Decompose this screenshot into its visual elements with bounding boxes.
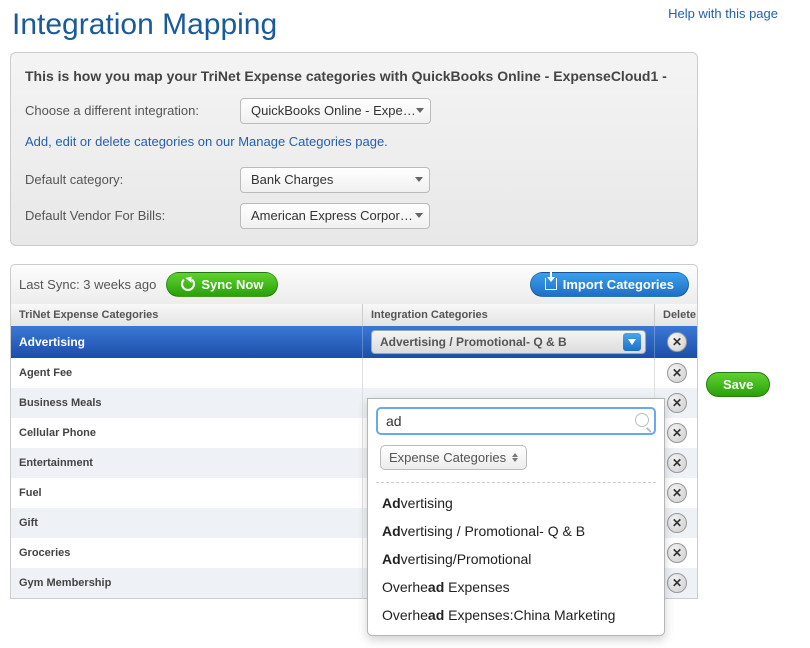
col-expense-header: TriNet Expense Categories <box>11 304 363 326</box>
chevron-down-icon <box>416 108 424 113</box>
delete-button[interactable]: ✕ <box>667 393 687 413</box>
category-name: Entertainment <box>19 457 93 469</box>
sync-toolbar: Last Sync: 3 weeks ago Sync Now Import C… <box>10 264 698 304</box>
delete-button[interactable]: ✕ <box>667 332 687 352</box>
delete-button[interactable]: ✕ <box>667 453 687 473</box>
category-name: Advertising <box>19 335 85 349</box>
chevron-down-icon <box>623 333 641 351</box>
manage-categories-link[interactable]: Add, edit or delete categories on our Ma… <box>25 134 683 149</box>
integration-combo-value: Advertising / Promotional- Q & B <box>380 335 567 349</box>
category-name: Fuel <box>19 487 42 499</box>
chevron-down-icon <box>415 213 423 218</box>
dropdown-option[interactable]: Overhead Expenses:China Marketing <box>376 601 656 629</box>
import-categories-label: Import Categories <box>563 277 674 292</box>
choose-integration-label: Choose a different integration: <box>25 103 240 118</box>
default-category-value: Bank Charges <box>251 172 333 187</box>
category-name: Gift <box>19 517 38 529</box>
choose-integration-value: QuickBooks Online - Expe… <box>251 103 416 118</box>
dropdown-option[interactable]: Advertising <box>376 489 656 517</box>
delete-button[interactable]: ✕ <box>667 513 687 533</box>
integration-combo[interactable]: Advertising / Promotional- Q & B <box>371 330 646 354</box>
help-link[interactable]: Help with this page <box>668 6 778 21</box>
table-row[interactable]: Agent Fee ✕ <box>11 358 697 388</box>
default-category-label: Default category: <box>25 172 240 187</box>
category-name: Groceries <box>19 547 70 559</box>
sync-now-label: Sync Now <box>201 277 263 292</box>
dropdown-option[interactable]: Advertising / Promotional- Q & B <box>376 517 656 545</box>
chevron-down-icon <box>415 177 423 182</box>
import-categories-button[interactable]: Import Categories <box>530 272 689 297</box>
refresh-icon <box>181 277 195 291</box>
default-category-select[interactable]: Bank Charges <box>240 167 430 193</box>
delete-button[interactable]: ✕ <box>667 573 687 593</box>
col-integration-header: Integration Categories <box>363 304 655 326</box>
delete-button[interactable]: ✕ <box>667 483 687 503</box>
category-name: Agent Fee <box>19 367 72 379</box>
default-vendor-value: American Express Corpor… <box>251 208 413 223</box>
last-sync-text: Last Sync: 3 weeks ago <box>19 277 156 292</box>
integration-dropdown-panel: Expense Categories AdvertisingAdvertisin… <box>367 398 665 636</box>
search-icon <box>635 413 649 427</box>
integration-cell[interactable] <box>363 358 655 388</box>
dropdown-divider <box>376 482 656 483</box>
delete-button[interactable]: ✕ <box>667 423 687 443</box>
category-name: Business Meals <box>19 397 102 409</box>
import-icon <box>545 278 557 290</box>
default-vendor-select[interactable]: American Express Corpor… <box>240 203 430 229</box>
config-panel: This is how you map your TriNet Expense … <box>10 52 698 246</box>
category-name: Gym Membership <box>19 577 111 589</box>
dropdown-filter-label: Expense Categories <box>389 450 506 465</box>
dropdown-search-input[interactable] <box>376 407 656 435</box>
table-header: TriNet Expense Categories Integration Ca… <box>11 304 697 326</box>
dropdown-option-list: AdvertisingAdvertising / Promotional- Q … <box>376 489 656 629</box>
dropdown-option[interactable]: Overhead Expenses <box>376 573 656 601</box>
sort-icon <box>512 453 518 462</box>
dropdown-option[interactable]: Advertising/Promotional <box>376 545 656 573</box>
table-row-active[interactable]: Advertising Advertising / Promotional- Q… <box>11 326 697 358</box>
delete-button[interactable]: ✕ <box>667 363 687 383</box>
category-name: Cellular Phone <box>19 427 96 439</box>
delete-button[interactable]: ✕ <box>667 543 687 563</box>
default-vendor-label: Default Vendor For Bills: <box>25 208 240 223</box>
config-description: This is how you map your TriNet Expense … <box>25 67 683 86</box>
choose-integration-select[interactable]: QuickBooks Online - Expe… <box>240 98 431 124</box>
dropdown-filter-select[interactable]: Expense Categories <box>380 445 527 470</box>
sync-now-button[interactable]: Sync Now <box>166 272 278 297</box>
col-delete-header: Delete <box>655 304 699 326</box>
save-button[interactable]: Save <box>706 372 770 397</box>
